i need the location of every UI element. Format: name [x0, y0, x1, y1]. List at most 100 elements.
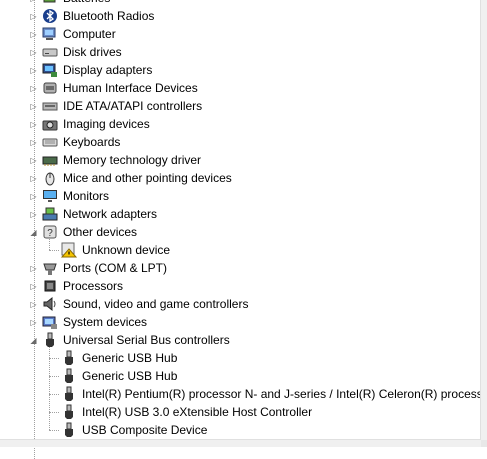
- unknown-device-warning-icon: [61, 242, 77, 258]
- svg-text:?: ?: [47, 228, 53, 239]
- expand-arrow-collapsed-icon[interactable]: ▷: [29, 48, 38, 57]
- expand-arrow-collapsed-icon[interactable]: ▷: [29, 12, 38, 21]
- device-label: Unknown device: [82, 243, 170, 257]
- category-label: Ports (COM & LPT): [63, 261, 167, 275]
- tree-category-system-devices[interactable]: ▷ System devices: [0, 313, 481, 331]
- usb-icon: [61, 386, 77, 402]
- computer-icon: [42, 26, 58, 42]
- tree-category-network-adapter[interactable]: ▷ Network adapters: [0, 205, 481, 223]
- expand-arrow-collapsed-icon[interactable]: ▷: [29, 102, 38, 111]
- disk-drive-icon: [42, 44, 58, 60]
- tree-connector: [49, 358, 59, 359]
- tree-connector: [49, 412, 59, 413]
- tree-connector: [49, 430, 59, 431]
- device-label: Intel(R) Pentium(R) processor N- and J-s…: [82, 387, 487, 401]
- tree-category-usb[interactable]: ◢ Universal Serial Bus controllers: [0, 331, 481, 349]
- tree-category-camera[interactable]: ▷Imaging devices: [0, 115, 481, 133]
- category-label: Computer: [63, 27, 116, 41]
- category-label: Universal Serial Bus controllers: [63, 333, 230, 347]
- tree-connector: [49, 376, 59, 377]
- tree-device-item[interactable]: Generic USB Hub: [0, 349, 481, 367]
- scrollbar-corner: [481, 440, 487, 447]
- expand-arrow-collapsed-icon[interactable]: ▷: [29, 0, 38, 3]
- tree-category-processor[interactable]: ▷ Processors: [0, 277, 481, 295]
- battery-icon: [42, 0, 58, 6]
- tree-category-battery[interactable]: ▷ Batteries: [0, 0, 481, 7]
- processor-icon: [42, 278, 58, 294]
- expand-arrow-collapsed-icon[interactable]: ▷: [29, 174, 38, 183]
- device-label: Generic USB Hub: [82, 369, 177, 383]
- tree-category-mouse[interactable]: ▷ Mice and other pointing devices: [0, 169, 481, 187]
- usb-icon: [61, 404, 77, 420]
- expand-arrow-expanded-icon[interactable]: ◢: [29, 336, 38, 345]
- category-label: Monitors: [63, 189, 109, 203]
- tree-device-item[interactable]: USB Composite Device: [0, 421, 481, 439]
- category-label: Mice and other pointing devices: [63, 171, 232, 185]
- device-label: Generic USB Hub: [82, 351, 177, 365]
- category-label: Bluetooth Radios: [63, 9, 154, 23]
- expand-arrow-collapsed-icon[interactable]: ▷: [29, 156, 38, 165]
- expand-arrow-collapsed-icon[interactable]: ▷: [29, 318, 38, 327]
- tree-category-ide-controller[interactable]: ▷IDE ATA/ATAPI controllers: [0, 97, 481, 115]
- tree-category-port[interactable]: ▷ Ports (COM & LPT): [0, 259, 481, 277]
- category-label: Disk drives: [63, 45, 122, 59]
- tree-category-disk-drive[interactable]: ▷ Disk drives: [0, 43, 481, 61]
- tree-device-item[interactable]: Intel(R) USB 3.0 eXtensible Host Control…: [0, 403, 481, 421]
- device-label: Intel(R) USB 3.0 eXtensible Host Control…: [82, 405, 312, 419]
- category-label: Network adapters: [63, 207, 157, 221]
- usb-icon: [42, 332, 58, 348]
- horizontal-scrollbar[interactable]: [0, 439, 481, 447]
- usb-icon: [61, 350, 77, 366]
- tree-device-item[interactable]: Generic USB Hub: [0, 367, 481, 385]
- tree-child-guide-line: [49, 347, 50, 430]
- hid-icon: [42, 80, 58, 96]
- tree-category-monitor[interactable]: ▷ Monitors: [0, 187, 481, 205]
- category-label: Batteries: [63, 0, 110, 5]
- tree-category-keyboard[interactable]: ▷ Keyboards: [0, 133, 481, 151]
- network-adapter-icon: [42, 206, 58, 222]
- display-adapter-icon: [42, 62, 58, 78]
- expand-arrow-collapsed-icon[interactable]: ▷: [29, 264, 38, 273]
- expand-arrow-collapsed-icon[interactable]: ▷: [29, 30, 38, 39]
- vertical-scrollbar[interactable]: [480, 0, 487, 447]
- expand-arrow-collapsed-icon[interactable]: ▷: [29, 192, 38, 201]
- usb-icon: [61, 368, 77, 384]
- tree-category-computer[interactable]: ▷ Computer: [0, 25, 481, 43]
- port-icon: [42, 260, 58, 276]
- expand-arrow-collapsed-icon[interactable]: ▷: [29, 84, 38, 93]
- expand-arrow-collapsed-icon[interactable]: ▷: [29, 120, 38, 129]
- camera-icon: [42, 116, 58, 132]
- bluetooth-icon: [42, 8, 58, 24]
- expand-arrow-expanded-icon[interactable]: ◢: [29, 228, 38, 237]
- category-label: Human Interface Devices: [63, 81, 198, 95]
- category-label: System devices: [63, 315, 147, 329]
- system-devices-icon: [42, 314, 58, 330]
- tree-connector: [49, 250, 59, 251]
- expand-arrow-collapsed-icon[interactable]: ▷: [29, 282, 38, 291]
- usb-icon: [61, 422, 77, 438]
- device-tree: ▷ Batteries ▷ Bluetooth Radios ▷ Computer ▷ Dis…: [0, 0, 481, 449]
- expand-arrow-collapsed-icon[interactable]: ▷: [29, 300, 38, 309]
- category-label: Processors: [63, 279, 123, 293]
- category-label: Other devices: [63, 225, 137, 239]
- category-label: Sound, video and game controllers: [63, 297, 248, 311]
- device-label: USB Composite Device: [82, 423, 207, 437]
- tree-category-hid[interactable]: ▷ Human Interface Devices: [0, 79, 481, 97]
- expand-arrow-collapsed-icon[interactable]: ▷: [29, 138, 38, 147]
- tree-category-speaker[interactable]: ▷ Sound, video and game controllers: [0, 295, 481, 313]
- other-devices-icon: ?: [42, 224, 58, 240]
- tree-device-item[interactable]: Intel(R) Pentium(R) processor N- and J-s…: [0, 385, 481, 403]
- tree-category-bluetooth[interactable]: ▷ Bluetooth Radios: [0, 7, 481, 25]
- tree-child-guide-line: [49, 239, 50, 250]
- tree-device-item[interactable]: Unknown device: [0, 241, 481, 259]
- ide-controller-icon: [42, 98, 58, 114]
- category-label: Display adapters: [63, 63, 152, 77]
- expand-arrow-collapsed-icon[interactable]: ▷: [29, 210, 38, 219]
- tree-category-display-adapter[interactable]: ▷ Display adapters: [0, 61, 481, 79]
- keyboard-icon: [42, 134, 58, 150]
- expand-arrow-collapsed-icon[interactable]: ▷: [29, 66, 38, 75]
- tree-category-other-devices[interactable]: ◢? Other devices: [0, 223, 481, 241]
- category-label: Keyboards: [63, 135, 120, 149]
- tree-category-memory[interactable]: ▷Memory technology driver: [0, 151, 481, 169]
- mouse-icon: [42, 170, 58, 186]
